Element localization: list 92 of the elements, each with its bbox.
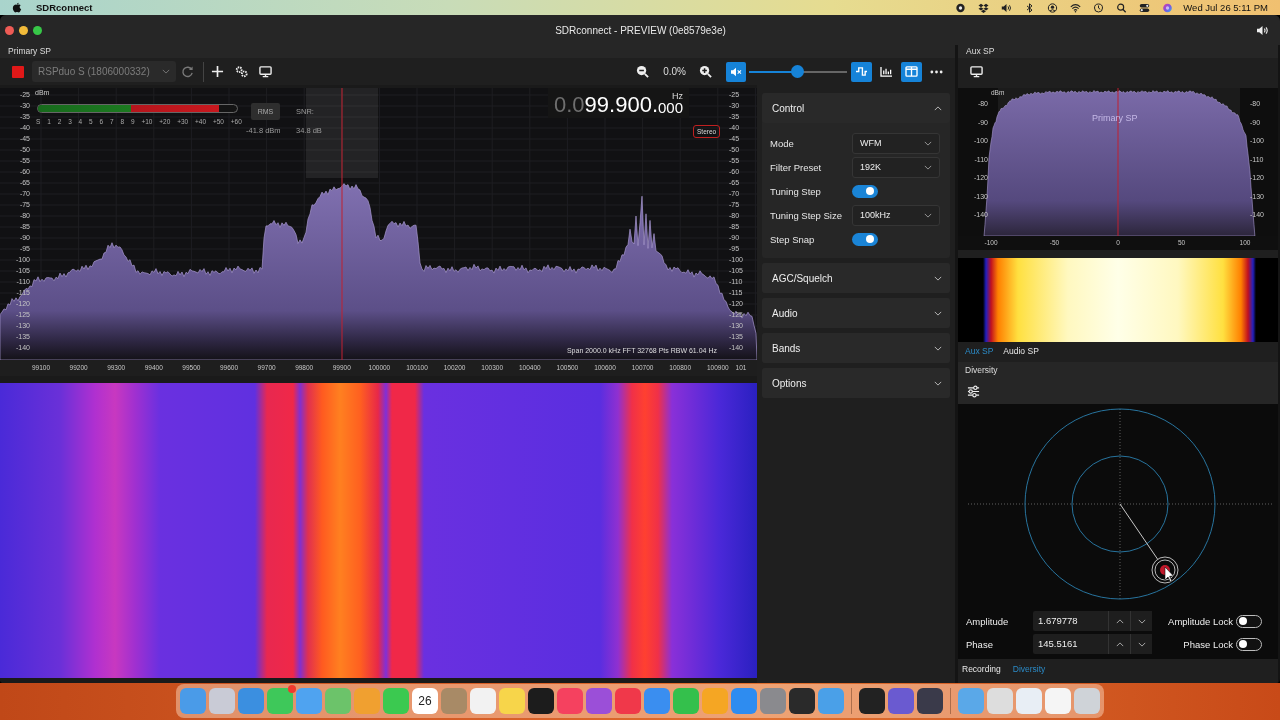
record-icon[interactable] [955,2,967,13]
tab[interactable]: Recording [962,664,1001,674]
maximize-button[interactable] [33,25,42,35]
user-circle-icon[interactable] [1047,2,1059,13]
chevron-down-icon [934,380,942,386]
number-field[interactable]: 1.679778 [1033,611,1108,631]
device-dropdown[interactable]: RSPduo S (1806000332) [32,61,176,82]
speaker-icon[interactable] [1256,24,1269,36]
toggle-switch[interactable] [852,184,878,198]
section-header[interactable]: Audio [762,298,950,328]
chevron-down-icon [162,69,170,74]
toggle-switch[interactable] [1236,637,1262,651]
chevron-down-icon [1137,618,1146,624]
tab[interactable]: Audio SP [1003,346,1039,356]
mute-button[interactable] [726,61,746,82]
app-icon[interactable] [528,688,554,714]
panel-title: Primary SP [0,45,955,58]
app-menu-title[interactable]: SDRconnect [36,2,93,13]
monitor-icon[interactable] [259,65,272,78]
overlay-label: Primary SP [1092,113,1138,123]
volume-icon[interactable] [1001,2,1013,13]
split-view-button[interactable] [901,61,922,82]
tab[interactable]: Diversity [1012,664,1046,674]
bar-chart-icon [880,66,893,77]
clock-history-icon[interactable] [1093,2,1105,13]
app-icon[interactable] [859,688,885,714]
section-header[interactable]: Options [762,368,950,398]
toggle-switch[interactable] [852,232,878,246]
speaker-muted-icon [730,66,742,77]
setting-label: Tuning Step Size [770,209,842,221]
chevron-up-icon [934,105,942,111]
zoom-level-label: 0.0% [663,66,686,77]
spectrum-view-button[interactable] [851,61,872,82]
setting-label: Tuning Step [770,185,821,197]
apple-icon[interactable] [12,2,22,13]
split-panel-icon [905,66,918,77]
number-field[interactable]: 145.5161 [1033,634,1108,654]
slider-thumb[interactable] [790,65,804,78]
chevron-down-icon [924,140,932,146]
siri-orb-icon[interactable] [1162,2,1174,13]
close-button[interactable] [5,25,14,35]
field-label: Amplitude [966,615,1010,627]
gears-icon[interactable] [235,65,248,78]
stop-button[interactable] [12,65,24,78]
dropdown[interactable]: WFM [852,132,940,154]
chevron-down-icon [934,310,942,316]
lock-label: Amplitude Lock [1167,615,1234,627]
frequency-unit: Hz [672,92,684,101]
zoom-out-icon[interactable] [636,65,650,78]
plus-icon[interactable] [211,65,224,78]
calendar-app-button[interactable]: 26 [412,688,438,714]
section-header[interactable]: Bands [762,333,950,363]
tuning-marker-line[interactable] [341,88,343,360]
minimize-button[interactable] [19,25,28,35]
dropdown[interactable]: 192K [852,156,940,178]
monitor-icon[interactable] [970,65,983,78]
boxes-icon[interactable] [978,2,990,13]
chevron-up-icon [1115,618,1124,624]
chevron-down-icon [924,212,932,218]
cursor-arrow-icon [1164,566,1174,583]
zoom-in-icon[interactable] [699,65,712,78]
frequency-fine-digits: 000 [658,101,684,115]
menu-clock[interactable]: Wed Jul 26 5:11 PM [1183,2,1268,13]
frequency-digits: 99.900. [584,92,658,118]
square-wave-icon [855,66,868,77]
setting-label: Mode [770,137,794,149]
chevron-up-icon [1115,641,1124,647]
setting-label: Step Snap [770,233,815,245]
setting-label: Filter Preset [770,161,822,173]
more-options-icon[interactable] [930,69,943,74]
section-header[interactable]: AGC/Squelch [762,263,950,293]
chevron-down-icon [934,275,942,281]
chevron-down-icon [1137,641,1146,647]
frequency-leading-digits: 0.0 [554,92,585,118]
switches-icon[interactable] [1139,2,1151,13]
panel-title: Diversity [958,362,1278,378]
field-label: Phase [966,638,994,650]
panel-title: Aux SP [958,45,1278,58]
app-icon[interactable] [789,688,815,714]
app-icon[interactable] [917,688,943,714]
chevron-down-icon [934,345,942,351]
chevron-down-icon [924,164,932,170]
tab[interactable]: Aux SP [965,346,994,356]
sliders-icon[interactable] [967,384,980,398]
search-icon[interactable] [1116,2,1128,13]
wifi-icon[interactable] [1070,2,1082,13]
lock-label: Phase Lock [1182,638,1234,650]
tuning-marker-line[interactable] [1117,88,1119,236]
dropdown[interactable]: 100kHz [852,204,940,226]
refresh-icon[interactable] [181,65,194,78]
window-title: SDRconnect - PREVIEW (0e8579e3e) [554,24,727,36]
toggle-switch[interactable] [1236,614,1262,628]
